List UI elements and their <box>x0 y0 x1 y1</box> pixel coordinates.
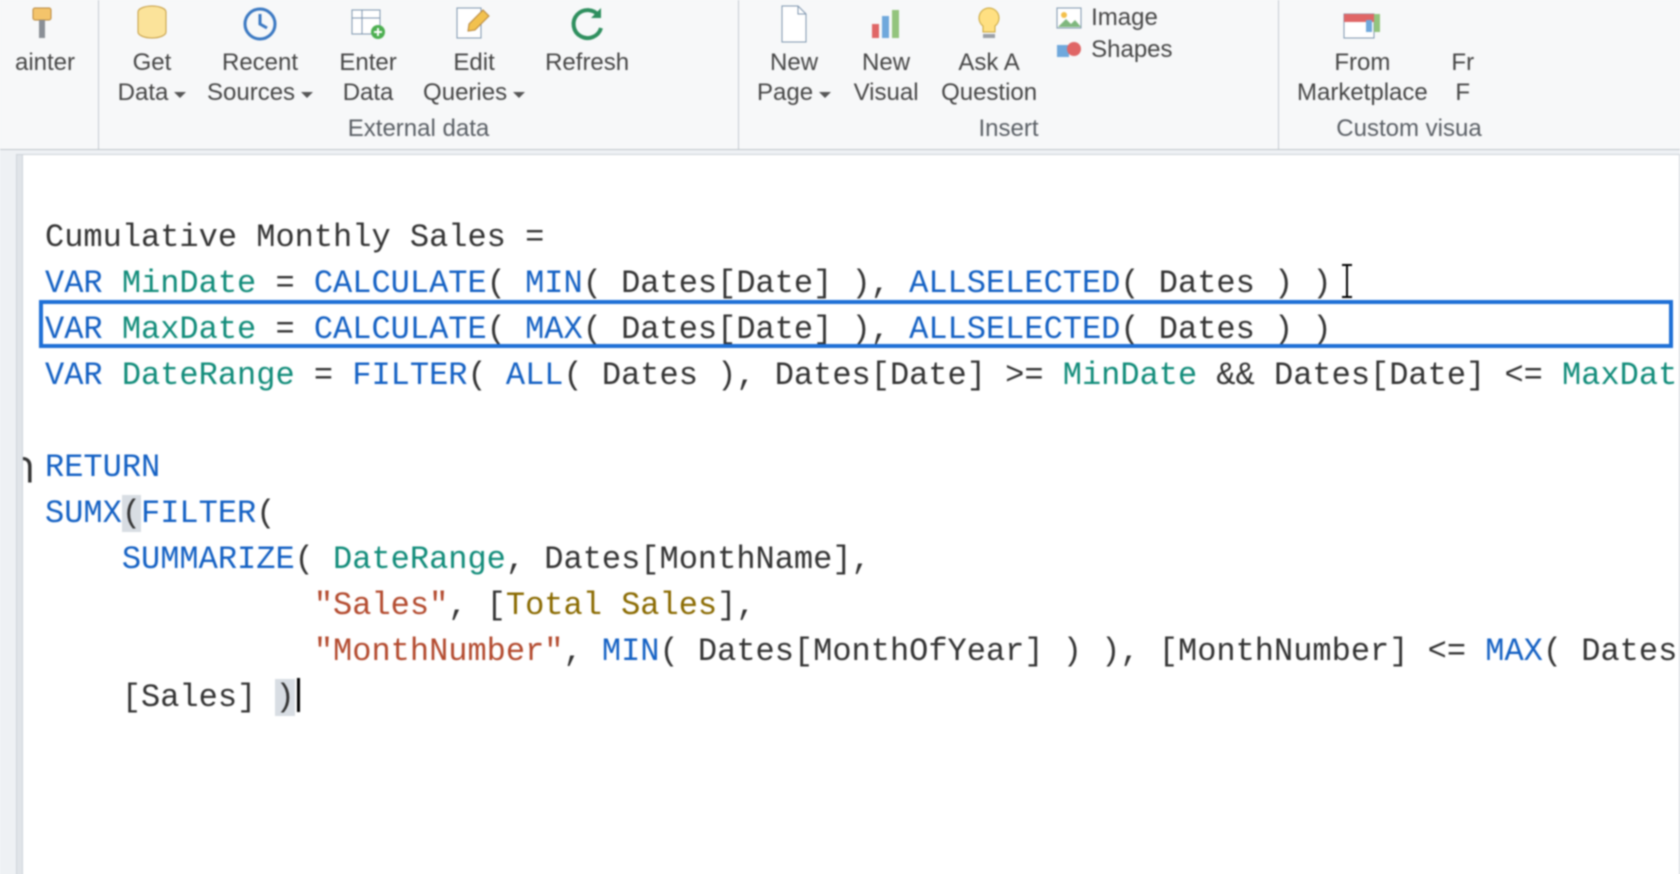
shapes-label: Shapes <box>1091 36 1172 64</box>
ribbon-group-external-data: Get Data Recent Sources Enter Data Edit … <box>99 0 739 149</box>
format-painter-button[interactable]: ainter <box>0 0 90 78</box>
dax-fn-filter: FILTER <box>352 357 467 394</box>
group-caption-insert: Insert <box>747 115 1270 145</box>
from-marketplace-button[interactable]: From Marketplace <box>1287 0 1438 108</box>
dax-tbl: Dates <box>602 357 698 394</box>
dax-col: Dates[Date] <box>1274 357 1485 394</box>
from-file-label-fragment: Fr F <box>1451 48 1474 108</box>
text-cursor <box>297 678 300 712</box>
page-icon <box>776 0 812 48</box>
group-caption-custom: Custom visua <box>1287 115 1531 145</box>
dax-ref-mindate: MinDate <box>1063 357 1197 394</box>
database-icon <box>132 0 172 48</box>
i-beam-cursor-icon <box>1342 264 1354 298</box>
new-visual-button[interactable]: New Visual <box>841 0 931 108</box>
dax-tbl: Dates <box>1159 265 1255 302</box>
recent-sources-button[interactable]: Recent Sources <box>197 0 323 108</box>
edit-queries-button[interactable]: Edit Queries <box>413 0 535 108</box>
ribbon-group-clipboard: ainter <box>0 0 99 149</box>
dax-col: Dates[MonthName] <box>544 541 851 578</box>
paintbrush-icon <box>27 0 63 48</box>
image-icon <box>1055 4 1083 32</box>
new-visual-label: New Visual <box>854 48 919 108</box>
ask-a-question-button[interactable]: Ask A Question <box>931 0 1047 108</box>
dax-fn-max: MAX <box>1485 633 1543 670</box>
formula-editor[interactable]: Cumulative Monthly Sales = VAR MinDate =… <box>22 154 1680 874</box>
dax-var-kw: VAR <box>45 265 103 302</box>
dax-fn-calculate: CALCULATE <box>314 311 487 348</box>
dax-var-daterange: DateRange <box>122 357 295 394</box>
ribbon: ainter Get Data Recent Sources <box>0 0 1680 150</box>
dax-var-mindate: MinDate <box>122 265 256 302</box>
dax-fn-sumx: SUMX <box>45 495 122 532</box>
formula-bar: Cumulative Monthly Sales = VAR MinDate =… <box>0 150 1680 874</box>
dax-col: Dates[Date] <box>775 357 986 394</box>
recent-sources-label: Recent Sources <box>207 48 313 108</box>
from-marketplace-label: From Marketplace <box>1297 48 1428 108</box>
clock-icon <box>240 0 280 48</box>
dax-fn-max: MAX <box>525 311 583 348</box>
dax-string: "MonthNumber" <box>314 633 564 670</box>
refresh-icon <box>567 0 607 48</box>
dax-measure: Total Sales <box>506 587 717 624</box>
image-button[interactable]: Image <box>1047 4 1188 32</box>
dax-fn-filter: FILTER <box>141 495 256 532</box>
enter-data-button[interactable]: Enter Data <box>323 0 413 108</box>
dax-var-kw: VAR <box>45 311 103 348</box>
dax-var-kw: VAR <box>45 357 103 394</box>
get-data-button[interactable]: Get Data <box>107 0 197 108</box>
format-painter-label: ainter <box>15 48 75 78</box>
table-plus-icon <box>348 0 388 48</box>
ribbon-group-insert: New Page New Visual Ask A Question <box>739 0 1279 149</box>
get-data-label: Get Data <box>118 48 187 108</box>
dax-return-kw: RETURN <box>45 449 160 486</box>
ribbon-group-custom-visuals: From Marketplace Fr F Custom visua <box>1279 0 1539 149</box>
market-icon <box>1340 0 1384 48</box>
ask-a-question-label: Ask A Question <box>941 48 1037 108</box>
line-highlight-box <box>39 300 1673 348</box>
dax-col: [Sales] <box>122 679 256 716</box>
from-file-button-fragment[interactable]: Fr F <box>1438 0 1478 108</box>
dax-tbl: Dates <box>1159 311 1255 348</box>
dax-fn-min: MIN <box>602 633 660 670</box>
image-label: Image <box>1091 4 1158 32</box>
dax-col: Dates[MonthOfYear] <box>698 633 1044 670</box>
dax-fn-summarize: SUMMARIZE <box>122 541 295 578</box>
dax-ref-daterange: DateRange <box>333 541 506 578</box>
dax-string: "Sales" <box>314 587 448 624</box>
new-page-label: New Page <box>757 48 831 108</box>
enter-data-label: Enter Data <box>339 48 396 108</box>
bar-chart-icon <box>866 0 906 48</box>
dax-fn-min: MIN <box>525 265 583 302</box>
dax-fn-all: ALL <box>506 357 564 394</box>
dax-col: [MonthNumber] <box>1159 633 1409 670</box>
edit-queries-label: Edit Queries <box>423 48 525 108</box>
refresh-button[interactable]: Refresh <box>535 0 639 78</box>
lightbulb-icon <box>971 0 1007 48</box>
shapes-icon <box>1055 36 1083 64</box>
new-page-button[interactable]: New Page <box>747 0 841 108</box>
dax-fn-allselected: ALLSELECTED <box>909 265 1120 302</box>
group-caption-external: External data <box>107 115 730 145</box>
shapes-button[interactable]: Shapes <box>1047 36 1188 64</box>
dax-col: Dates[Date] <box>621 265 832 302</box>
dax-fn-allselected: ALLSELECTED <box>909 311 1120 348</box>
dax-col: Dates[Date] <box>621 311 832 348</box>
insert-stack: Image Shapes <box>1047 0 1188 64</box>
dax-ref-maxdate: MaxDate <box>1562 357 1680 394</box>
dax-col-fragment: Dates[M <box>1581 633 1680 670</box>
refresh-label: Refresh <box>545 48 629 78</box>
dax-var-maxdate: MaxDate <box>122 311 256 348</box>
pencil-doc-icon <box>453 0 495 48</box>
dax-fn-calculate: CALCULATE <box>314 265 487 302</box>
group-caption-clipboard <box>0 115 90 145</box>
dax-line-1: Cumulative Monthly Sales = <box>45 219 544 256</box>
side-glyph: า <box>22 445 36 491</box>
file-icon <box>1461 0 1465 48</box>
